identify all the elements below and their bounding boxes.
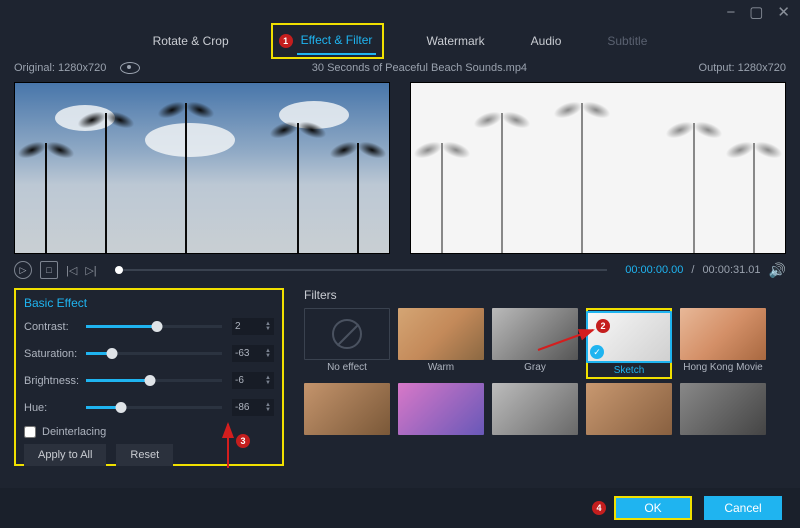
- filters-header: Filters: [304, 288, 786, 302]
- brightness-spinner[interactable]: ▲▼: [265, 376, 271, 386]
- filter-sketch[interactable]: ✓ Sketch: [586, 308, 672, 379]
- filters-panel: Filters No effect Warm Gray ✓ Sketch: [304, 288, 786, 466]
- info-bar: Original: 1280x720 30 Seconds of Peacefu…: [0, 58, 800, 78]
- hue-value: -86: [235, 402, 249, 413]
- play-button[interactable]: ▷: [14, 261, 32, 279]
- filter-label: Warm: [428, 362, 454, 373]
- volume-icon[interactable]: 🔊: [769, 262, 786, 279]
- saturation-spinner[interactable]: ▲▼: [265, 349, 271, 359]
- playback-controls: ▷ □ |◁ ▷| 00:00:00.00 / 00:00:31.01 🔊: [0, 258, 800, 282]
- no-effect-icon: [332, 319, 362, 349]
- contrast-spinner[interactable]: ▲▼: [265, 322, 271, 332]
- total-time: 00:00:31.01: [702, 264, 760, 276]
- brightness-label: Brightness:: [24, 375, 86, 387]
- deinterlacing-label: Deinterlacing: [42, 426, 106, 438]
- filter-label: No effect: [327, 362, 367, 373]
- filter-item[interactable]: [586, 383, 672, 435]
- contrast-value: 2: [235, 321, 241, 332]
- footer-bar: 4 OK Cancel: [0, 488, 800, 528]
- stop-button[interactable]: □: [40, 261, 58, 279]
- contrast-label: Contrast:: [24, 321, 86, 333]
- original-resolution-label: Original: 1280x720: [14, 62, 106, 74]
- contrast-slider[interactable]: [86, 325, 222, 328]
- saturation-value: -63: [235, 348, 249, 359]
- basic-effect-header: Basic Effect: [24, 296, 274, 310]
- preview-area: [0, 78, 800, 258]
- tab-watermark[interactable]: Watermark: [422, 28, 488, 54]
- callout-1: 1: [279, 34, 293, 48]
- minimize-button[interactable]: −: [726, 4, 735, 21]
- cancel-button[interactable]: Cancel: [704, 496, 782, 520]
- brightness-slider[interactable]: [86, 379, 222, 382]
- brightness-value: -6: [235, 375, 244, 386]
- preview-eye-icon[interactable]: [120, 62, 140, 74]
- filter-item[interactable]: [492, 383, 578, 435]
- filter-gray[interactable]: Gray: [492, 308, 578, 379]
- title-bar: − ▢ ✕: [0, 0, 800, 24]
- filename-label: 30 Seconds of Peaceful Beach Sounds.mp4: [140, 62, 698, 74]
- prev-frame-button[interactable]: |◁: [66, 264, 77, 277]
- filter-item[interactable]: [398, 383, 484, 435]
- saturation-slider[interactable]: [86, 352, 222, 355]
- hue-label: Hue:: [24, 402, 86, 414]
- filter-no-effect[interactable]: No effect: [304, 308, 390, 379]
- filter-item[interactable]: [680, 383, 766, 435]
- close-button[interactable]: ✕: [777, 3, 790, 21]
- filter-label: Gray: [524, 362, 546, 373]
- basic-effect-panel: Basic Effect Contrast: 2 ▲▼ Saturation: -…: [14, 288, 284, 466]
- filter-hong-kong[interactable]: Hong Kong Movie: [680, 308, 766, 379]
- ok-button[interactable]: OK: [614, 496, 692, 520]
- saturation-label: Saturation:: [24, 348, 86, 360]
- highlight-tab-effect: 1 Effect & Filter: [271, 23, 385, 59]
- tab-rotate-crop[interactable]: Rotate & Crop: [149, 28, 233, 54]
- check-icon: ✓: [590, 345, 604, 359]
- maximize-button[interactable]: ▢: [749, 3, 763, 21]
- tab-audio[interactable]: Audio: [527, 28, 566, 54]
- reset-button[interactable]: Reset: [116, 444, 173, 466]
- tab-subtitle[interactable]: Subtitle: [603, 28, 651, 54]
- time-separator: /: [691, 264, 694, 276]
- filter-label: Sketch: [614, 365, 645, 376]
- filter-label: Hong Kong Movie: [683, 362, 763, 373]
- apply-to-all-button[interactable]: Apply to All: [24, 444, 106, 466]
- hue-spinner[interactable]: ▲▼: [265, 403, 271, 413]
- filter-warm[interactable]: Warm: [398, 308, 484, 379]
- scrub-handle[interactable]: [115, 266, 123, 274]
- scrub-bar[interactable]: [115, 269, 608, 271]
- hue-slider[interactable]: [86, 406, 222, 409]
- filter-item[interactable]: [304, 383, 390, 435]
- tab-bar: Rotate & Crop 1 Effect & Filter Watermar…: [0, 24, 800, 58]
- tab-effect-filter[interactable]: Effect & Filter: [297, 27, 377, 55]
- next-frame-button[interactable]: ▷|: [85, 264, 96, 277]
- deinterlacing-checkbox[interactable]: [24, 426, 36, 438]
- original-preview: [14, 82, 390, 254]
- callout-4: 4: [592, 501, 606, 515]
- output-resolution-label: Output: 1280x720: [699, 62, 786, 74]
- output-preview: [410, 82, 786, 254]
- current-time: 00:00:00.00: [625, 264, 683, 276]
